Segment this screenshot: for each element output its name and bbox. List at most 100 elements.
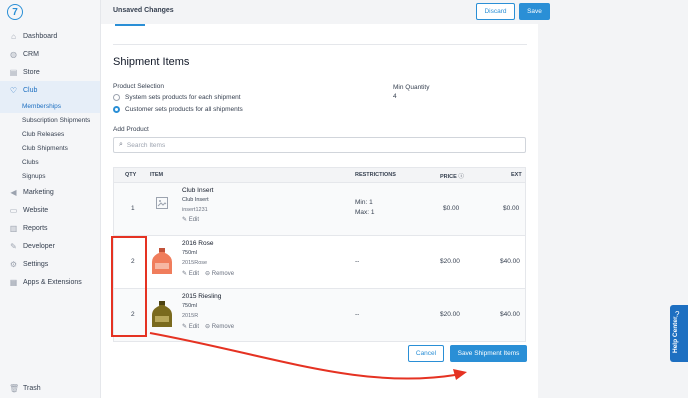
sidebar-item-website[interactable]: ▭ Website bbox=[0, 201, 100, 219]
radio-button-selected[interactable] bbox=[113, 106, 120, 113]
sidebar-subitem-club-shipments[interactable]: Club Shipments bbox=[0, 141, 100, 155]
tab-indicator bbox=[115, 24, 145, 26]
annotation-highlight-box bbox=[111, 236, 147, 337]
header-restrictions: RESTRICTIONS bbox=[355, 172, 396, 178]
info-icon[interactable]: ⓘ bbox=[458, 174, 464, 180]
sidebar-item-label: Club bbox=[23, 86, 38, 94]
sidebar-subitem-signups[interactable]: Signups bbox=[0, 169, 100, 183]
sidebar-item-trash[interactable]: 🗑 Trash bbox=[0, 379, 100, 397]
sidebar-subitem-clubs[interactable]: Clubs bbox=[0, 155, 100, 169]
sidebar-item-settings[interactable]: ⚙ Settings bbox=[0, 255, 100, 273]
sidebar-item-store[interactable]: ▤ Store bbox=[0, 63, 100, 81]
sidebar-nav: ⌂ Dashboard ◍ CRM ▤ Store ♡ Club Memberships… bbox=[0, 27, 100, 291]
sidebar-trash: 🗑 Trash bbox=[0, 379, 100, 397]
remove-label: Remove bbox=[211, 270, 235, 277]
top-bar: Unsaved Changes Discard Save bbox=[101, 0, 688, 24]
header-price-label: PRICE bbox=[440, 174, 457, 180]
wrench-icon: ✎ bbox=[10, 241, 17, 251]
restriction-cell: -- bbox=[355, 311, 360, 318]
item-name: 2015 Riesling bbox=[182, 293, 222, 300]
image-placeholder-icon bbox=[156, 197, 168, 209]
min-quantity-value: 4 bbox=[393, 93, 397, 100]
chart-icon: ▥ bbox=[9, 223, 18, 233]
item-sku: 2015Rose bbox=[182, 260, 208, 266]
item-name: 2016 Rose bbox=[182, 240, 214, 247]
search-input[interactable]: ⌕ Search Items bbox=[113, 137, 526, 153]
sidebar-item-label: Dashboard bbox=[23, 32, 58, 40]
sidebar: 7 ⌂ Dashboard ◍ CRM ▤ Store ♡ Club Membershi… bbox=[0, 0, 101, 398]
sidebar-subitem-subscription-shipments[interactable]: Subscription Shipments bbox=[0, 113, 100, 127]
search-icon: ⌕ bbox=[119, 141, 123, 148]
remove-link[interactable]: ⊖ Remove bbox=[205, 323, 234, 331]
sidebar-item-label: Settings bbox=[23, 260, 49, 268]
sidebar-item-reports[interactable]: ▥ Reports bbox=[0, 219, 100, 237]
save-button[interactable]: Save bbox=[519, 3, 550, 20]
trash-icon: 🗑 bbox=[9, 383, 20, 393]
edit-link[interactable]: ✎ Edit bbox=[182, 323, 200, 331]
item-actions: ✎ Edit ⊖ Remove bbox=[182, 323, 234, 331]
table-row: 2 2015 Riesling 750ml 2015R ✎ Edit ⊖ Rem… bbox=[114, 288, 525, 341]
edit-link[interactable]: ✎ Edit bbox=[182, 270, 199, 278]
logo[interactable]: 7 bbox=[7, 4, 23, 20]
radio-label: Customer sets products for all shipments bbox=[125, 106, 243, 113]
wine-bottle-riesling-image bbox=[152, 301, 172, 327]
monitor-icon: ▭ bbox=[9, 205, 18, 215]
sidebar-subitem-club-releases[interactable]: Club Releases bbox=[0, 127, 100, 141]
sidebar-subitem-memberships[interactable]: Memberships bbox=[0, 99, 100, 113]
table-row: 1 Club Insert Club Insert insert1231 ✎ E… bbox=[114, 182, 525, 235]
sidebar-item-marketing[interactable]: ◀ Marketing bbox=[0, 183, 100, 201]
sidebar-item-label: Developer bbox=[23, 242, 55, 250]
table-header: QTY ITEM RESTRICTIONS PRICE ⓘ EXT bbox=[114, 168, 525, 182]
shipment-items-table: QTY ITEM RESTRICTIONS PRICE ⓘ EXT 1 Club… bbox=[113, 167, 526, 342]
divider bbox=[113, 44, 527, 45]
sidebar-item-label: Store bbox=[23, 68, 40, 76]
item-sku: insert1231 bbox=[182, 207, 208, 213]
sidebar-item-developer[interactable]: ✎ Developer bbox=[0, 237, 100, 255]
page-title: Shipment Items bbox=[113, 56, 190, 68]
ext-cell: $40.00 bbox=[500, 311, 520, 318]
save-shipment-items-button[interactable]: Save Shipment Items bbox=[450, 345, 527, 362]
item-name: Club Insert bbox=[182, 187, 214, 194]
min-quantity-label: Min Quantity bbox=[393, 84, 430, 91]
item-subtitle: 750ml bbox=[182, 303, 197, 309]
sidebar-item-club[interactable]: ♡ Club bbox=[0, 81, 100, 99]
sidebar-item-label: Apps & Extensions bbox=[23, 278, 82, 286]
discard-button[interactable]: Discard bbox=[476, 3, 515, 20]
sidebar-item-dashboard[interactable]: ⌂ Dashboard bbox=[0, 27, 100, 45]
ext-cell: $40.00 bbox=[500, 258, 520, 265]
pencil-icon: ✎ bbox=[182, 324, 188, 330]
header-price: PRICE ⓘ bbox=[440, 172, 464, 180]
edit-link[interactable]: ✎ Edit bbox=[182, 216, 199, 224]
sidebar-item-label: CRM bbox=[23, 50, 39, 58]
gear-icon: ⚙ bbox=[9, 259, 18, 269]
radio-system-sets[interactable]: System sets products for each shipment bbox=[113, 94, 241, 101]
pencil-icon: ✎ bbox=[182, 271, 188, 277]
store-icon: ▤ bbox=[9, 67, 18, 77]
remove-icon: ⊖ bbox=[205, 324, 211, 330]
crm-icon: ◍ bbox=[10, 49, 17, 59]
edit-label: Edit bbox=[188, 323, 200, 330]
radio-label: System sets products for each shipment bbox=[125, 94, 241, 101]
restriction-max: Max: 1 bbox=[355, 209, 375, 216]
sidebar-item-crm[interactable]: ◍ CRM bbox=[0, 45, 100, 63]
remove-link[interactable]: ⊖ Remove bbox=[205, 270, 235, 278]
radio-button[interactable] bbox=[113, 94, 120, 101]
help-center-label: Help Center bbox=[672, 316, 679, 353]
sidebar-item-label: Trash bbox=[23, 384, 41, 392]
sidebar-item-apps[interactable]: ▦ Apps & Extensions bbox=[0, 273, 100, 291]
radio-customer-sets[interactable]: Customer sets products for all shipments bbox=[113, 106, 243, 113]
item-subtitle: Club Insert bbox=[182, 197, 209, 203]
apps-icon: ▦ bbox=[9, 277, 18, 287]
restriction-min: Min: 1 bbox=[355, 199, 373, 206]
restriction-cell: -- bbox=[355, 258, 360, 265]
sidebar-item-label: Reports bbox=[23, 224, 48, 232]
sidebar-item-label: Website bbox=[23, 206, 49, 214]
pencil-icon: ✎ bbox=[182, 217, 188, 223]
item-actions: ✎ Edit bbox=[182, 216, 199, 224]
qty-cell: 1 bbox=[131, 205, 135, 212]
main-panel: Shipment Items Product Selection System … bbox=[101, 24, 538, 398]
product-selection-label: Product Selection bbox=[113, 83, 164, 90]
help-center-tab[interactable]: ? Help Center bbox=[670, 305, 688, 362]
wine-bottle-rose-image bbox=[152, 248, 172, 274]
cancel-button[interactable]: Cancel bbox=[408, 345, 444, 362]
